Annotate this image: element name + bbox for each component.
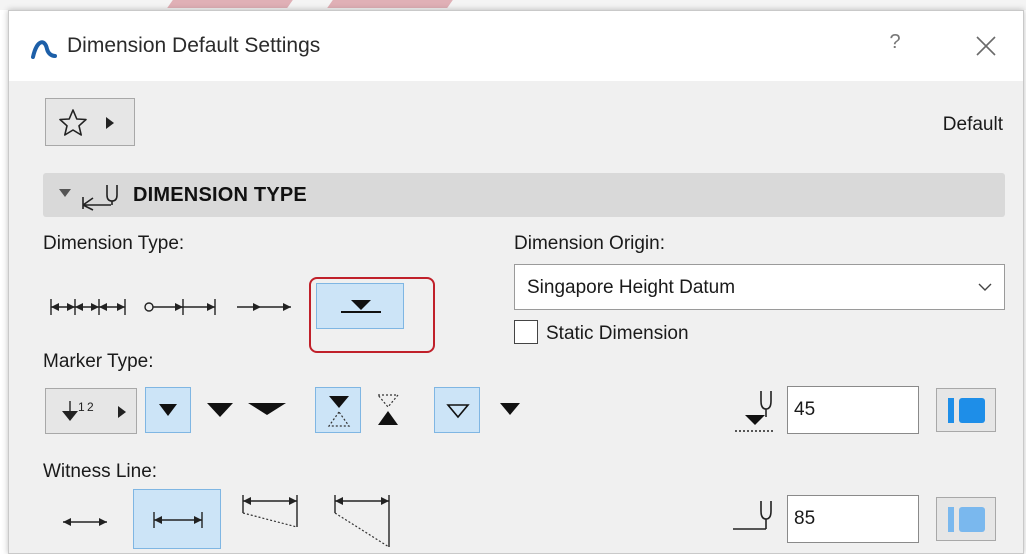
marker-size-icon	[735, 391, 775, 432]
favorite-name-label: Default	[942, 114, 1003, 135]
marker-triangle-filled-wide-icon[interactable]	[247, 401, 287, 417]
title-bar: Dimension Default Settings ?	[9, 11, 1023, 81]
witness-pen-button[interactable]	[936, 497, 996, 541]
triangle-right-icon	[118, 406, 126, 418]
favorites-button[interactable]	[45, 98, 135, 146]
witness-fixed-icon	[153, 512, 203, 528]
svg-text:1: 1	[78, 400, 85, 414]
witness-angled-long-icon[interactable]	[329, 491, 399, 551]
dimension-settings-dialog: Dimension Default Settings ? Default DIM…	[8, 10, 1024, 554]
triangle-right-icon	[106, 117, 114, 129]
marker-triangle-outline-icon	[446, 404, 470, 419]
triangle-down-icon	[59, 189, 71, 197]
chevron-down-icon	[978, 283, 992, 291]
window-title: Dimension Default Settings	[67, 34, 321, 57]
dimension-type-label: Dimension Type:	[43, 233, 185, 254]
marker-triangle-filled-small-icon	[159, 404, 177, 416]
background-stripe	[167, 0, 293, 8]
marker-type-label: Marker Type:	[43, 351, 154, 372]
marker-hourglass-icon	[327, 396, 351, 427]
background-stripe	[327, 0, 453, 8]
dimension-origin-label: Dimension Origin:	[514, 233, 665, 254]
marker-type-dropdown[interactable]: 1 2	[45, 388, 137, 434]
arrow-chain-dimension-icon[interactable]	[235, 295, 295, 319]
pen-color-swatch	[959, 507, 985, 532]
marker-hourglass-dashed-icon[interactable]	[374, 393, 402, 427]
dimension-origin-value: Singapore Height Datum	[527, 277, 736, 298]
cumulative-dimension-icon[interactable]	[143, 295, 217, 319]
pen-color-swatch	[959, 398, 985, 423]
static-dimension-checkbox[interactable]	[514, 320, 538, 344]
static-dimension-label: Static Dimension	[546, 323, 689, 344]
selection-highlight-ring	[309, 277, 435, 353]
witness-line-label: Witness Line:	[43, 461, 158, 482]
section-title: DIMENSION TYPE	[133, 184, 307, 206]
star-icon	[59, 109, 87, 136]
svg-text:2: 2	[87, 400, 94, 414]
archicad-logo-icon	[31, 37, 57, 59]
witness-length-field[interactable]: 85	[787, 495, 919, 543]
marker-triangle-filled-medium-icon[interactable]	[206, 401, 234, 419]
marker-option-small[interactable]	[145, 387, 191, 433]
marker-fill-outline[interactable]	[434, 387, 480, 433]
dimension-origin-select[interactable]: Singapore Height Datum	[514, 264, 1005, 310]
dimension-type-icon	[82, 185, 118, 211]
marker-size-value: 45	[794, 399, 816, 420]
marker-pen-button[interactable]	[936, 388, 996, 432]
close-icon[interactable]	[975, 35, 997, 57]
pen-color-icon	[948, 507, 954, 532]
marker-orientation-hourglass[interactable]	[315, 387, 361, 433]
dimension-type-panel-header[interactable]: DIMENSION TYPE	[43, 173, 1005, 217]
pen-color-icon	[948, 398, 954, 423]
marker-12-icon: 1 2	[62, 400, 94, 421]
linear-dimension-icon[interactable]	[49, 295, 127, 319]
witness-length-icon	[733, 501, 772, 530]
help-button[interactable]: ?	[885, 31, 905, 57]
marker-triangle-solid-icon[interactable]	[498, 401, 522, 417]
witness-fixed-option[interactable]	[133, 489, 221, 549]
witness-angled-icon[interactable]	[239, 491, 309, 543]
witness-none-icon[interactable]	[61, 514, 109, 530]
marker-size-field[interactable]: 45	[787, 386, 919, 434]
witness-length-value: 85	[794, 508, 816, 529]
